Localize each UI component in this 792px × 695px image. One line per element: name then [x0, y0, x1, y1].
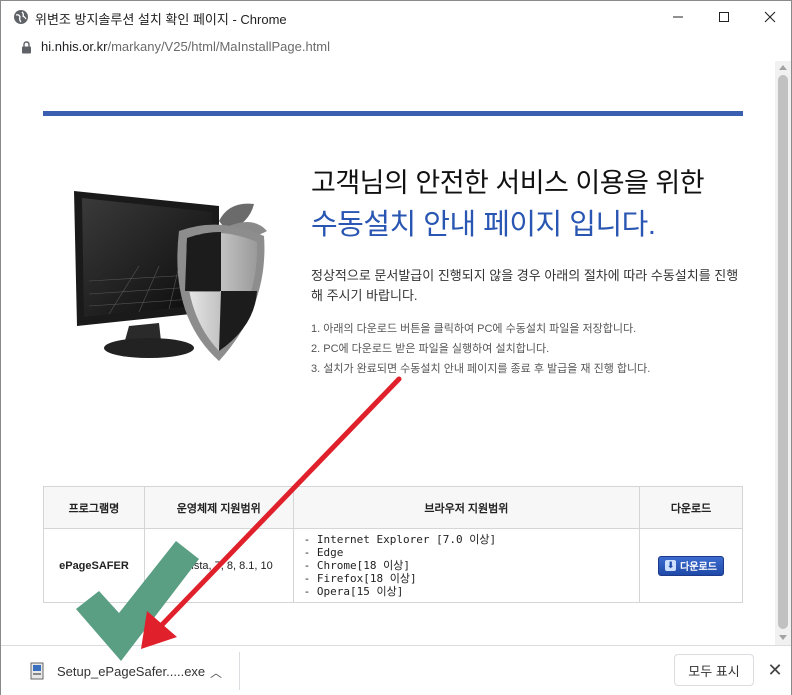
- checkmark-icon: [76, 541, 199, 661]
- arrow-line: [153, 376, 402, 634]
- annotation-overlay: [76, 376, 402, 661]
- browser-window: 위변조 방지솔루션 설치 확인 페이지 - Chrome hi.nhis.or.…: [0, 0, 792, 695]
